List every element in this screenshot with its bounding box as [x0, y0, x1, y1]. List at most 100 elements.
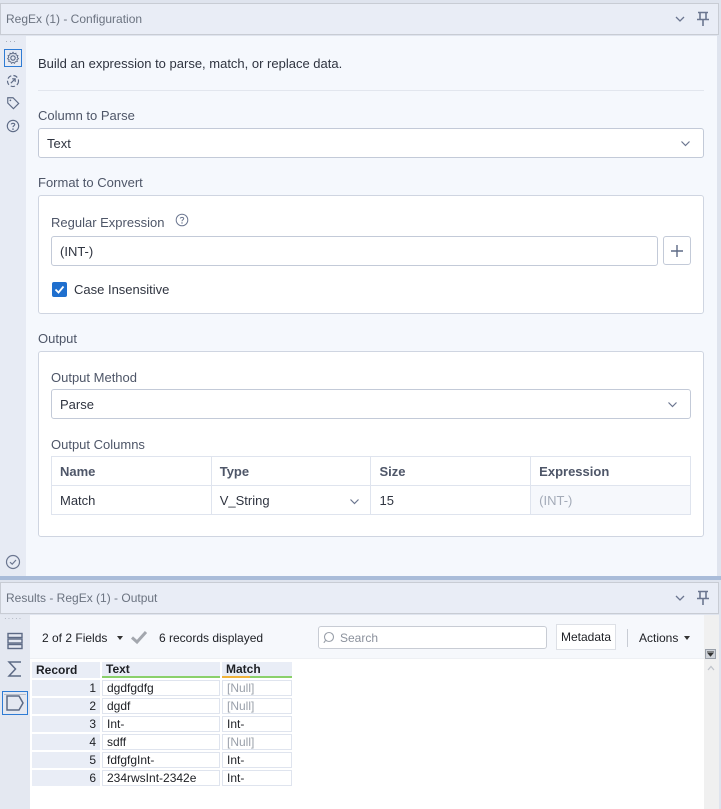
- rows-icon: [7, 632, 23, 650]
- drag-handle-dots[interactable]: ·····: [4, 615, 22, 623]
- output-columns-label: Output Columns: [51, 437, 145, 452]
- regex-label: Regular Expression: [51, 215, 165, 230]
- search-icon: [323, 631, 335, 644]
- regex-input[interactable]: (INT-): [51, 236, 658, 266]
- metadata-button[interactable]: Metadata: [556, 624, 616, 650]
- col-header-name: Name: [51, 456, 212, 486]
- config-side-rail: ···: [0, 36, 26, 576]
- config-panel-body: ··· Build an expression to parse, match,…: [0, 36, 717, 576]
- chevron-down-icon: [350, 499, 360, 505]
- rail-tab-connections[interactable]: [4, 72, 22, 90]
- plus-icon: [671, 244, 683, 257]
- results-view-output[interactable]: [2, 691, 28, 715]
- grid-cell-match[interactable]: [Null]: [222, 698, 292, 714]
- rail-tab-configuration[interactable]: [4, 49, 22, 67]
- format-to-convert-card: Regular Expression (INT-) Case Insensiti…: [38, 195, 704, 314]
- scroll-to-top-button[interactable]: [705, 649, 716, 659]
- grid-header-text[interactable]: Text: [102, 662, 220, 678]
- grid-cell-record[interactable]: 2: [32, 698, 100, 714]
- grid-cell-record[interactable]: 3: [32, 716, 100, 732]
- column-to-parse-select[interactable]: Text: [38, 128, 704, 158]
- grid-row[interactable]: 6 234rwsInt-2342e Int-: [32, 770, 292, 786]
- search-input[interactable]: Search: [318, 626, 547, 649]
- grid-row[interactable]: 2 dgdf [Null]: [32, 698, 292, 714]
- records-count: 6 records displayed: [159, 631, 264, 645]
- output-column-type-select[interactable]: V_String: [210, 485, 372, 515]
- grid-cell-record[interactable]: 1: [32, 680, 100, 696]
- grid-cell-record[interactable]: 4: [32, 734, 100, 750]
- chevron-down-icon: [668, 402, 677, 408]
- scroll-up-arrow-icon[interactable]: [707, 665, 715, 671]
- grid-body: 1 dgdfgdfg [Null] 2 dgdf [Null] 3 Int- Int- 4 sdff…: [32, 680, 292, 786]
- pin-icon[interactable]: [696, 590, 710, 606]
- grid-cell-match[interactable]: Int-: [222, 752, 292, 768]
- caret-down-icon: [684, 636, 691, 640]
- scroll-end-icon: [707, 651, 714, 657]
- output-method-label: Output Method: [51, 370, 137, 385]
- toolbar-separator: [627, 629, 628, 647]
- regex-insert-button[interactable]: [663, 236, 691, 265]
- grid-header-match[interactable]: Match: [222, 662, 292, 678]
- output-column-size[interactable]: 15: [370, 485, 532, 515]
- column-to-parse-value: Text: [47, 135, 71, 151]
- collapse-chevron-icon[interactable]: [674, 13, 686, 25]
- case-insensitive-checkbox[interactable]: [52, 282, 67, 297]
- grid-cell-text[interactable]: sdff: [102, 734, 220, 750]
- rail-tab-help[interactable]: [4, 117, 22, 135]
- grid-row[interactable]: 1 dgdfgdfg [Null]: [32, 680, 292, 696]
- grid-header-row: Record Text Match: [32, 662, 292, 678]
- results-view-summary[interactable]: [2, 657, 28, 681]
- connection-icon: [6, 74, 20, 88]
- rail-tab-annotation[interactable]: [4, 94, 22, 112]
- output-anchor-icon: [6, 695, 24, 711]
- grid-cell-match[interactable]: [Null]: [222, 680, 292, 696]
- grid-row[interactable]: 3 Int- Int-: [32, 716, 292, 732]
- regex-help-icon[interactable]: [175, 213, 189, 227]
- results-panel-body: ····· 2 of 2 Fields 6 records displayed …: [0, 615, 719, 809]
- output-label: Output: [38, 331, 78, 346]
- grid-header-record[interactable]: Record: [32, 662, 100, 678]
- results-side-rail: ·····: [0, 615, 30, 809]
- actions-button[interactable]: Actions: [639, 631, 691, 645]
- status-check-circle-icon: [5, 554, 21, 570]
- output-method-select[interactable]: Parse: [51, 389, 691, 419]
- results-grid: Record Text Match 1 dgdfgdfg [Null] 2 dgdf [N…: [30, 660, 294, 788]
- actions-label: Actions: [639, 631, 679, 645]
- case-insensitive-label: Case Insensitive: [74, 282, 170, 297]
- collapse-chevron-icon[interactable]: [674, 592, 686, 604]
- grid-cell-record[interactable]: 5: [32, 752, 100, 768]
- results-panel-header: Results - RegEx (1) - Output: [0, 582, 719, 614]
- grid-cell-text[interactable]: 234rwsInt-2342e: [102, 770, 220, 786]
- gear-icon: [6, 51, 20, 65]
- fields-dropdown-label: 2 of 2 Fields: [42, 631, 108, 645]
- grid-cell-match[interactable]: Int-: [222, 716, 292, 732]
- panel-splitter[interactable]: [0, 576, 721, 580]
- tag-icon: [7, 97, 20, 110]
- output-column-name[interactable]: Match: [51, 485, 212, 515]
- sigma-icon: [7, 661, 21, 677]
- pin-icon[interactable]: [696, 11, 710, 27]
- output-column-type: V_String: [219, 492, 270, 508]
- search-placeholder: Search: [340, 630, 379, 645]
- output-column-row: Match V_String 15 (INT-): [51, 485, 691, 515]
- config-panel-title: RegEx (1) - Configuration: [6, 12, 143, 26]
- fields-dropdown[interactable]: 2 of 2 Fields: [42, 631, 124, 645]
- vertical-scrollbar[interactable]: [704, 615, 719, 809]
- grid-cell-text[interactable]: fdfgfgInt-: [102, 752, 220, 768]
- regex-input-value: (INT-): [60, 243, 94, 259]
- grid-cell-text[interactable]: dgdfgdfg: [102, 680, 220, 696]
- caret-down-icon: [117, 636, 124, 640]
- grid-cell-text[interactable]: dgdf: [102, 698, 220, 714]
- grid-cell-text[interactable]: Int-: [102, 716, 220, 732]
- grid-row[interactable]: 5 fdfgfgInt- Int-: [32, 752, 292, 768]
- grid-cell-match[interactable]: Int-: [222, 770, 292, 786]
- results-toolbar: 2 of 2 Fields 6 records displayed Search…: [30, 615, 704, 659]
- col-header-size: Size: [370, 456, 532, 486]
- case-insensitive-option[interactable]: Case Insensitive: [52, 282, 169, 297]
- grid-row[interactable]: 4 sdff [Null]: [32, 734, 292, 750]
- drag-handle-dots[interactable]: ···: [5, 37, 17, 46]
- grid-cell-record[interactable]: 6: [32, 770, 100, 786]
- grid-cell-match[interactable]: [Null]: [222, 734, 292, 750]
- output-method-value: Parse: [60, 396, 94, 412]
- results-view-table[interactable]: [2, 629, 28, 653]
